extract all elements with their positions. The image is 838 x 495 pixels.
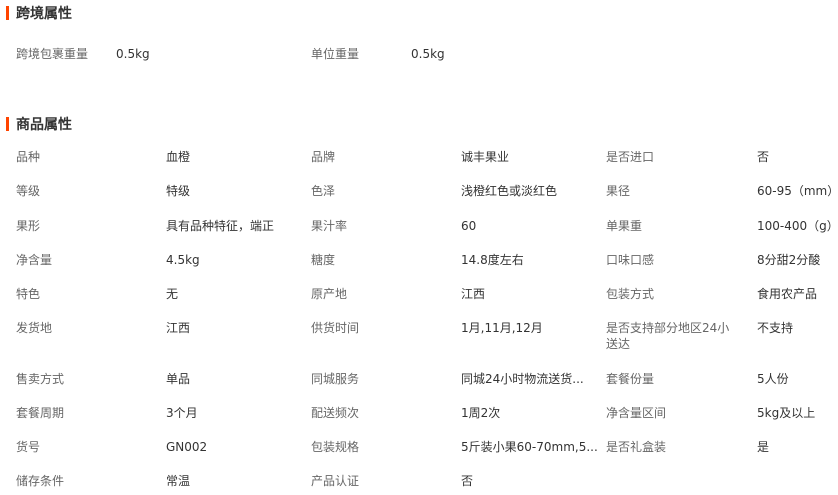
attr-value: 浅橙红色或淡红色 <box>461 184 558 198</box>
attr-label: 货号 <box>16 440 41 454</box>
attr-label: 色泽 <box>311 184 336 198</box>
attr-label: 净含量 <box>16 253 53 267</box>
attr-value: 不支持 <box>757 321 794 335</box>
attr-label: 包装方式 <box>606 287 655 301</box>
attr-label: 供货时间 <box>311 321 360 335</box>
attr-value: 无 <box>166 287 179 301</box>
attr-value: 60 <box>461 219 477 233</box>
attr-label: 等级 <box>16 184 41 198</box>
attr-value: 血橙 <box>166 150 191 164</box>
attr-value: 江西 <box>166 321 191 335</box>
attr-value: 1周2次 <box>461 406 501 420</box>
attr-value: 食用农产品 <box>757 287 818 301</box>
attr-label: 包装规格 <box>311 440 360 454</box>
attr-label: 售卖方式 <box>16 372 65 386</box>
attr-value: 5人份 <box>757 372 789 386</box>
attr-value: 14.8度左右 <box>461 253 524 267</box>
attr-label: 果径 <box>606 184 631 198</box>
attr-label: 品种 <box>16 150 41 164</box>
attr-value: 5斤装小果60-70mm,5... <box>461 440 598 454</box>
attr-label: 储存条件 <box>16 474 65 488</box>
attr-value: 4.5kg <box>166 253 200 267</box>
attr-value: 否 <box>757 150 770 164</box>
attr-label: 是否支持部分地区24小送达 <box>606 321 730 351</box>
section-title-cross-border: 跨境属性 <box>6 4 72 22</box>
attr-value: GN002 <box>166 440 208 454</box>
attr-label: 是否进口 <box>606 150 655 164</box>
attr-value: 1月,11月,12月 <box>461 321 543 335</box>
attr-value: 特级 <box>166 184 191 198</box>
attr-label: 套餐周期 <box>16 406 65 420</box>
attr-label: 原产地 <box>311 287 348 301</box>
section-title-text: 商品属性 <box>16 117 72 133</box>
attr-value: 3个月 <box>166 406 198 420</box>
attr-label: 单位重量 <box>311 47 360 61</box>
attr-label: 是否礼盒装 <box>606 440 667 454</box>
attr-label: 跨境包裹重量 <box>16 47 89 61</box>
attr-label: 品牌 <box>311 150 336 164</box>
attr-value: 5kg及以上 <box>757 406 816 420</box>
attr-label: 净含量区间 <box>606 406 667 420</box>
attr-value: 0.5kg <box>411 47 445 61</box>
attr-value: 具有品种特征，端正 <box>166 219 275 233</box>
section-marker <box>6 117 9 131</box>
attr-value: 常温 <box>166 474 191 488</box>
attr-value: 60-95（mm） <box>757 184 838 198</box>
attr-value: 诚丰果业 <box>461 150 510 164</box>
attr-value: 0.5kg <box>116 47 150 61</box>
attr-value: 是 <box>757 440 770 454</box>
attr-label: 配送频次 <box>311 406 360 420</box>
attr-value: 同城24小时物流送货... <box>461 372 584 386</box>
attr-label: 果汁率 <box>311 219 348 233</box>
section-title-product: 商品属性 <box>6 115 72 133</box>
attr-label: 口味口感 <box>606 253 655 267</box>
attr-label: 单果重 <box>606 219 643 233</box>
section-title-text: 跨境属性 <box>16 6 72 22</box>
attr-value: 否 <box>461 474 474 488</box>
attr-label: 特色 <box>16 287 41 301</box>
attr-label: 果形 <box>16 219 41 233</box>
attr-label: 同城服务 <box>311 372 360 386</box>
attr-value: 单品 <box>166 372 191 386</box>
attr-value: 江西 <box>461 287 486 301</box>
attr-label: 产品认证 <box>311 474 360 488</box>
attr-label: 发货地 <box>16 321 53 335</box>
section-marker <box>6 6 9 20</box>
attr-value: 8分甜2分酸 <box>757 253 821 267</box>
attr-label: 糖度 <box>311 253 336 267</box>
attr-value: 100-400（g） <box>757 219 838 233</box>
attr-label: 套餐份量 <box>606 372 655 386</box>
